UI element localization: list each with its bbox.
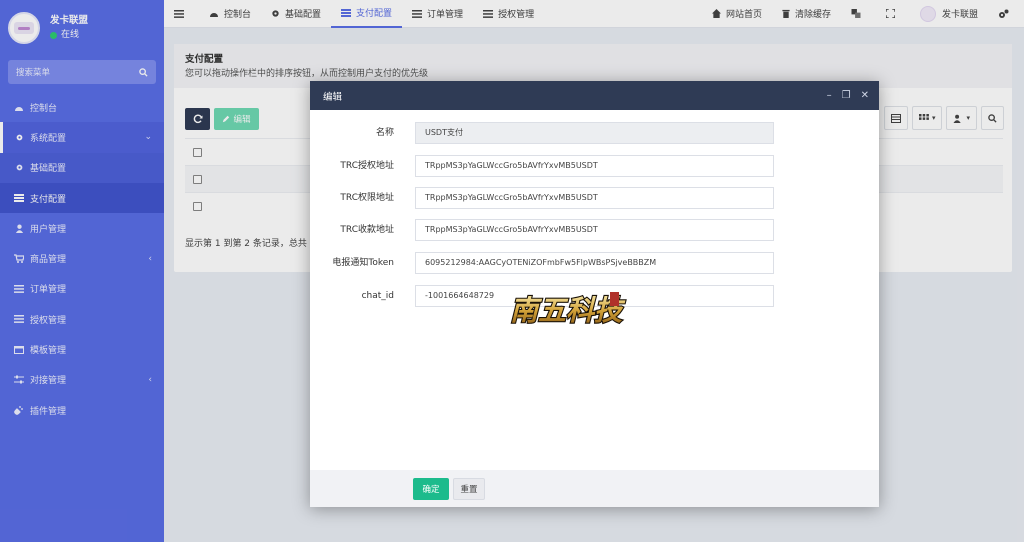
form-row-trc-auth: TRC授权地址 TRppMS3pYaGLWccGro5bAVfrYxvMB5US… bbox=[310, 155, 879, 177]
form-row-name: 名称 USDT支付 bbox=[310, 122, 879, 144]
name-field[interactable]: USDT支付 bbox=[415, 122, 774, 144]
field-label: TRC授权地址 bbox=[340, 161, 394, 171]
close-icon[interactable]: ✕ bbox=[861, 90, 869, 101]
trc-receive-address-field[interactable]: TRppMS3pYaGLWccGro5bAVfrYxvMB5USDT bbox=[415, 219, 774, 241]
field-label: chat_id bbox=[361, 291, 394, 301]
minimize-icon[interactable]: – bbox=[827, 90, 832, 101]
reset-button[interactable]: 重置 bbox=[453, 478, 485, 500]
modal-header: 编辑 – ❐ ✕ bbox=[310, 81, 879, 110]
trc-auth-address-field[interactable]: TRppMS3pYaGLWccGro5bAVfrYxvMB5USDT bbox=[415, 155, 774, 177]
field-label: TRC权限地址 bbox=[340, 193, 394, 203]
form-row-trc-receive: TRC收款地址 TRppMS3pYaGLWccGro5bAVfrYxvMB5US… bbox=[310, 219, 879, 241]
confirm-button[interactable]: 确定 bbox=[413, 478, 449, 500]
modal-title: 编辑 bbox=[323, 91, 343, 103]
watermark-logo: 南五科技 bbox=[509, 292, 627, 328]
maximize-icon[interactable]: ❐ bbox=[842, 90, 851, 101]
field-label: 名称 bbox=[375, 128, 394, 138]
form-row-telegram-token: 电报通知Token 6095212984:AAGCyOTENiZOFmbFw5F… bbox=[310, 252, 879, 274]
form-row-trc-permission: TRC权限地址 TRppMS3pYaGLWccGro5bAVfrYxvMB5US… bbox=[310, 187, 879, 209]
modal-footer: 确定 重置 bbox=[310, 470, 879, 507]
trc-permission-address-field[interactable]: TRppMS3pYaGLWccGro5bAVfrYxvMB5USDT bbox=[415, 187, 774, 209]
watermark-seal bbox=[610, 292, 619, 306]
telegram-token-field[interactable]: 6095212984:AAGCyOTENiZOFmbFw5FlpWBsPSjve… bbox=[415, 252, 774, 274]
watermark-text: 南五科技 bbox=[510, 294, 626, 327]
field-label: TRC收款地址 bbox=[340, 225, 394, 235]
field-label: 电报通知Token bbox=[332, 258, 394, 268]
